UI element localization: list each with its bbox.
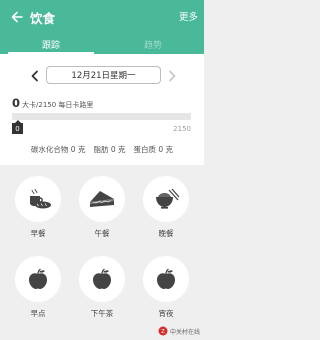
meal-label: 晚餐: [158, 229, 174, 238]
bread-coffee-icon: [30, 188, 51, 209]
meal-icon-circle: [15, 256, 61, 302]
chevron-right-icon: [169, 70, 176, 82]
app-header: 饮食 更多: [0, 0, 204, 34]
svg-text:Z: Z: [161, 329, 165, 335]
watermark-logo-icon: Z: [158, 326, 168, 336]
back-button[interactable]: [6, 6, 28, 28]
protein-value: 蛋白质 0 克: [133, 145, 174, 154]
meal-morning-snack[interactable]: 早点: [13, 256, 63, 326]
meal-dinner[interactable]: 晚餐: [141, 176, 191, 246]
calorie-progress-bar: [12, 113, 191, 120]
meal-label: 宵夜: [158, 309, 174, 318]
carbs-value: 碳水化合物 0 克: [30, 145, 86, 154]
calorie-goal-label: 2150: [173, 125, 191, 133]
bowl-chopsticks-icon: [156, 188, 180, 209]
meal-label: 早餐: [30, 229, 46, 238]
meal-icon-circle: [15, 176, 61, 222]
nutrient-summary: 碳水化合物 0 克 脂肪 0 克 蛋白质 0 克: [0, 144, 204, 155]
date-selector: 12月21日星期一: [0, 66, 204, 84]
watermark-text: 中关村在线: [169, 328, 200, 336]
meal-icon-circle: [79, 176, 125, 222]
apple-icon: [157, 268, 175, 289]
fat-value: 脂肪 0 克: [93, 145, 126, 154]
daily-summary-card: 12月21日星期一 0 大卡/2150 每日卡路里 0 2150 碳水化合物 0…: [0, 54, 204, 165]
meal-lunch[interactable]: 午餐: [77, 176, 127, 246]
previous-day-button[interactable]: [28, 68, 42, 82]
next-day-button[interactable]: [165, 68, 179, 82]
more-button[interactable]: 更多: [179, 9, 198, 23]
page-title: 饮食: [30, 10, 56, 26]
meal-breakfast[interactable]: 早餐: [13, 176, 63, 246]
meal-late-night-snack[interactable]: 宵夜: [141, 256, 191, 326]
apple-icon: [29, 268, 47, 289]
meal-icon-circle: [143, 176, 189, 222]
meal-label: 下午茶: [90, 309, 114, 318]
meal-afternoon-tea[interactable]: 下午茶: [77, 256, 127, 326]
date-picker[interactable]: 12月21日星期一: [46, 66, 161, 84]
tab-trends[interactable]: 趋势: [102, 34, 204, 54]
tab-tracking[interactable]: 跟踪: [0, 34, 102, 54]
apple-icon: [93, 268, 111, 289]
watermark: Z 中关村在线: [158, 326, 200, 336]
tab-bar: 跟踪 趋势: [0, 34, 204, 54]
meal-label: 午餐: [94, 229, 110, 238]
sandwich-icon: [90, 191, 114, 207]
calorie-summary: 0 大卡/2150 每日卡路里: [12, 96, 93, 110]
meal-icon-circle: [79, 256, 125, 302]
meal-label: 早点: [30, 309, 46, 318]
calories-detail: 大卡/2150 每日卡路里: [22, 101, 94, 109]
progress-marker: 0: [12, 120, 23, 134]
calories-consumed: 0: [12, 96, 21, 110]
back-arrow-icon: [11, 11, 23, 23]
meal-icon-circle: [143, 256, 189, 302]
chevron-left-icon: [31, 70, 38, 82]
